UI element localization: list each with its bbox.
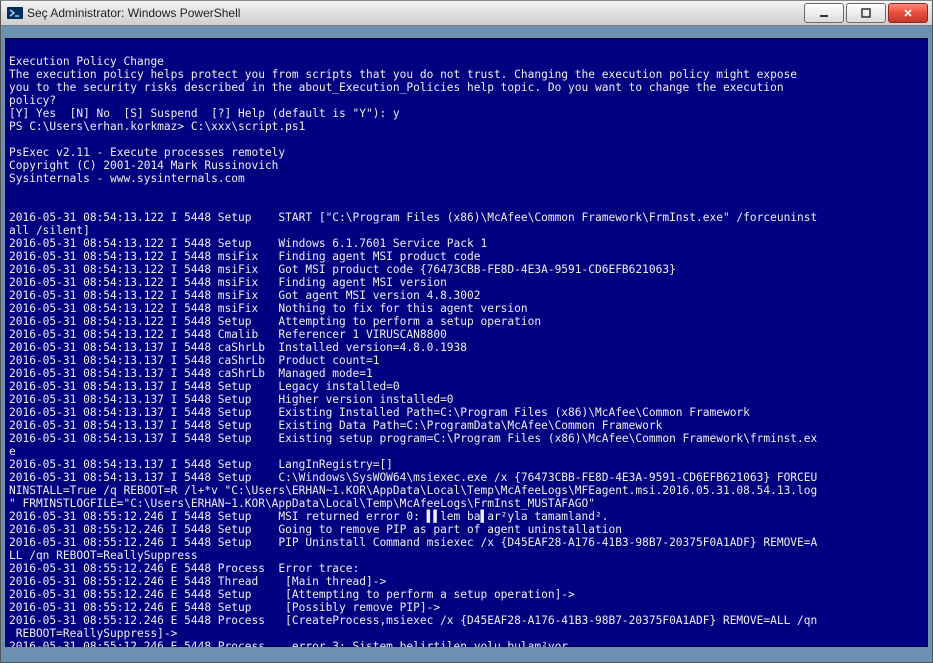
close-icon xyxy=(903,8,913,18)
close-button[interactable] xyxy=(888,3,928,23)
powershell-window: Seç Administrator: Windows PowerShell Ex… xyxy=(0,0,933,663)
maximize-button[interactable] xyxy=(846,3,886,23)
console-output[interactable]: Execution Policy Change The execution po… xyxy=(5,38,928,647)
window-title: Seç Administrator: Windows PowerShell xyxy=(27,6,802,20)
maximize-icon xyxy=(861,8,871,18)
minimize-button[interactable] xyxy=(804,3,844,23)
titlebar[interactable]: Seç Administrator: Windows PowerShell xyxy=(1,1,932,26)
window-buttons xyxy=(802,3,928,23)
powershell-icon xyxy=(7,5,23,21)
minimize-icon xyxy=(819,8,829,18)
